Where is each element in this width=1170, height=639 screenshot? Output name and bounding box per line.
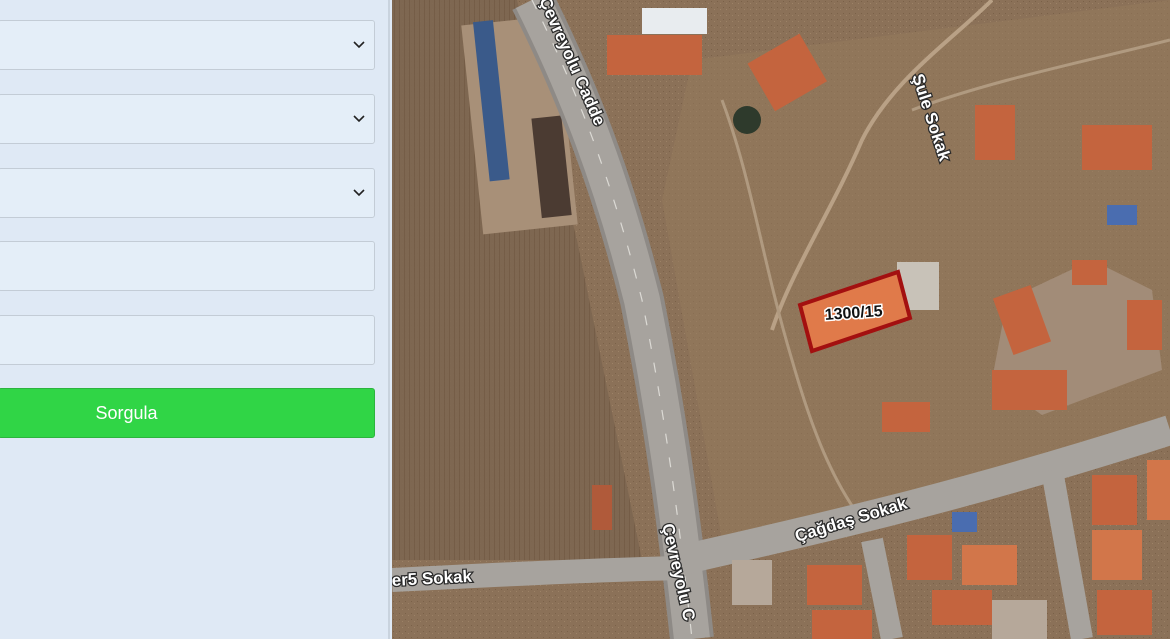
street-label-cevreyolu-top: Çevreyolu Cadde: [535, 0, 609, 129]
map-labels: 1300/15 Çevreyolu Cadde Çevreyolu C Şule…: [392, 0, 956, 624]
query-submit-button[interactable]: Sorgula: [0, 388, 375, 438]
street-label-sule: Şule Sokak: [908, 71, 954, 164]
satellite-map[interactable]: 1300/15 Çevreyolu Cadde Çevreyolu C Şule…: [392, 0, 1170, 639]
select-field-2[interactable]: [0, 94, 375, 144]
street-label-cevreyolu-bottom: Çevreyolu C: [658, 522, 699, 623]
text-input-1[interactable]: [0, 241, 375, 291]
query-panel: Sorgula: [0, 0, 390, 639]
chevron-down-icon: [353, 41, 365, 49]
text-input-2[interactable]: [0, 315, 375, 365]
street-label-er5: er5 Sokak: [392, 567, 473, 590]
parcel-label: 1300/15: [824, 303, 883, 324]
chevron-down-icon: [353, 189, 365, 197]
street-label-cagdas: Çağdaş Sokak: [793, 494, 910, 546]
select-field-3[interactable]: [0, 168, 375, 218]
chevron-down-icon: [353, 115, 365, 123]
select-field-1[interactable]: [0, 20, 375, 70]
